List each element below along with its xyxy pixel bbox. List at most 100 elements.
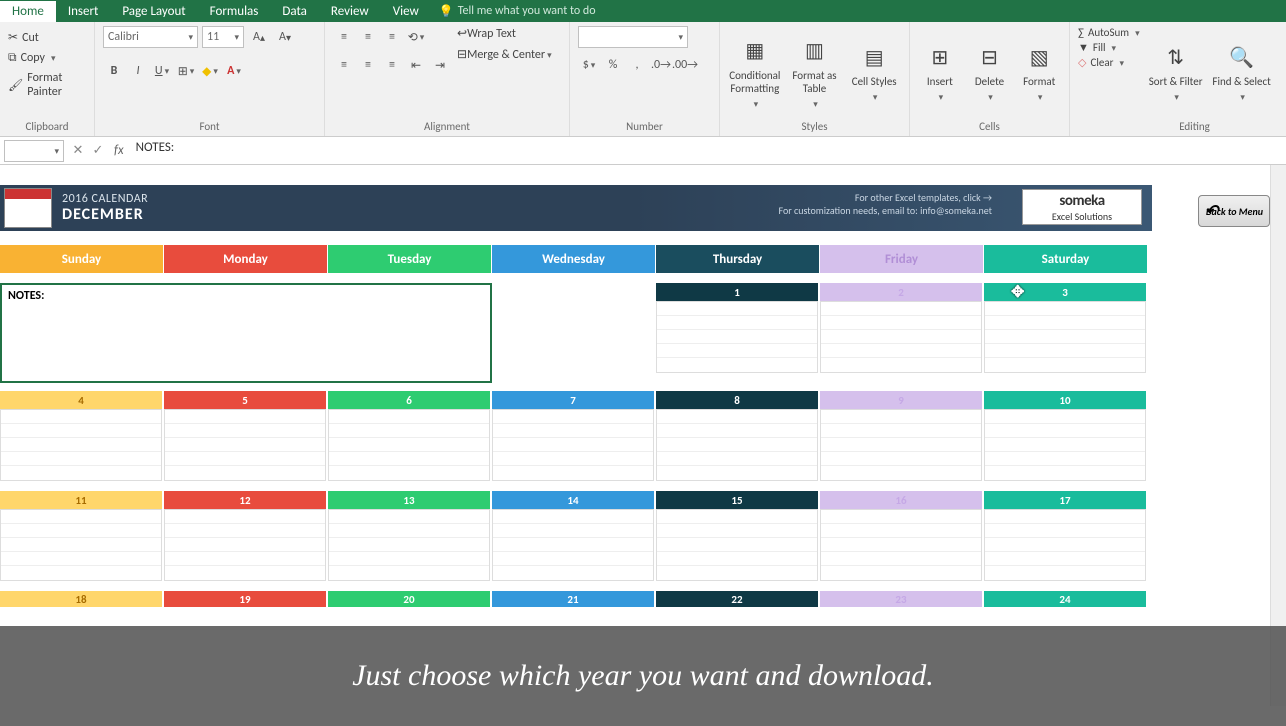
day-headers-row: Sunday Monday Tuesday Wednesday Thursday… [0, 245, 1152, 273]
calendar-week-3: 11 12 13 14 15 16 17 [0, 491, 1152, 583]
name-box[interactable] [4, 140, 64, 162]
font-color-button[interactable]: A [223, 60, 245, 82]
increase-font-button[interactable]: A▴ [248, 26, 270, 48]
back-to-menu-button[interactable]: ↶Back to Menu [1198, 195, 1270, 227]
cell-styles-button[interactable]: ▤Cell Styles [847, 26, 901, 118]
autosum-button[interactable]: ∑ AutoSum [1078, 26, 1140, 39]
align-right-button[interactable]: ≡ [381, 54, 403, 76]
cal-cell-dec-10[interactable]: 10 [984, 391, 1148, 483]
align-left-button[interactable]: ≡ [333, 54, 355, 76]
copy-button[interactable]: ⧉Copy [8, 51, 86, 65]
wrap-text-button[interactable]: ↩Wrap Text [457, 26, 552, 41]
cal-cell-dec-3[interactable]: 3 [984, 283, 1148, 383]
cal-cell-dec-15[interactable]: 15 [656, 491, 820, 583]
notes-cell[interactable]: NOTES: [0, 283, 492, 383]
format-as-table-button[interactable]: ▥Format as Table [788, 26, 842, 118]
decrease-font-button[interactable]: A▾ [274, 26, 296, 48]
percent-button[interactable]: % [602, 54, 624, 76]
cal-cell-dec-24[interactable]: 24 [984, 591, 1148, 609]
fill-button[interactable]: ▼Fill [1078, 41, 1140, 54]
format-cells-button[interactable]: ▧Format [1017, 26, 1061, 118]
date-number: 19 [164, 591, 326, 607]
cal-cell-dec-5[interactable]: 5 [164, 391, 328, 483]
tab-insert[interactable]: Insert [56, 1, 111, 22]
date-number: 9 [820, 391, 982, 409]
bold-button[interactable]: B [103, 60, 125, 82]
cal-cell-dec-6[interactable]: 6 [328, 391, 492, 483]
cal-cell-dec-9[interactable]: 9 [820, 391, 984, 483]
clear-button[interactable]: ◇Clear [1078, 56, 1140, 69]
align-middle-button[interactable]: ≡ [357, 26, 379, 48]
cal-cell-dec-12[interactable]: 12 [164, 491, 328, 583]
decrease-indent-button[interactable]: ⇤ [405, 54, 427, 76]
insert-icon: ⊞ [924, 41, 956, 73]
underline-button[interactable]: U [151, 60, 173, 82]
cal-cell-dec-23[interactable]: 23 [820, 591, 984, 609]
cal-cell-dec-2[interactable]: 2 [820, 283, 984, 383]
delete-cells-button[interactable]: ⊟Delete [968, 26, 1012, 118]
number-format-select[interactable] [578, 26, 688, 48]
cal-cell-dec-1[interactable]: 1 [656, 283, 820, 383]
cal-cell-dec-22[interactable]: 22 [656, 591, 820, 609]
orientation-button[interactable]: ⟲ [405, 26, 427, 48]
templates-link[interactable]: For other Excel templates, click → [778, 191, 992, 204]
border-button[interactable]: ⊞ [175, 60, 197, 82]
increase-decimal-button[interactable]: .0→ [650, 54, 672, 76]
cal-cell-dec-11[interactable]: 11 [0, 491, 164, 583]
sort-filter-button[interactable]: ⇅Sort & Filter [1146, 26, 1206, 118]
day-header-saturday: Saturday [984, 245, 1148, 273]
format-painter-button[interactable]: 🖌Format Painter [8, 71, 86, 99]
tell-me[interactable]: 💡Tell me what you want to do [431, 4, 596, 19]
cal-cell-dec-17[interactable]: 17 [984, 491, 1148, 583]
tab-page-layout[interactable]: Page Layout [110, 1, 197, 22]
insert-cells-button[interactable]: ⊞Insert [918, 26, 962, 118]
formula-input[interactable]: NOTES: [130, 140, 1286, 162]
tab-data[interactable]: Data [270, 1, 319, 22]
cal-cell-dec-21[interactable]: 21 [492, 591, 656, 609]
fill-color-button[interactable]: ◆ [199, 60, 221, 82]
tab-home[interactable]: Home [0, 1, 56, 22]
cal-cell-dec-19[interactable]: 19 [164, 591, 328, 609]
sort-icon: ⇅ [1160, 41, 1192, 73]
cancel-formula-button[interactable]: ✕ [68, 140, 88, 162]
date-number: 22 [656, 591, 818, 607]
italic-button[interactable]: I [127, 60, 149, 82]
calendar-icon [4, 188, 52, 228]
date-number: 16 [820, 491, 982, 509]
cal-cell-dec-4[interactable]: 4 [0, 391, 164, 483]
sum-icon: ∑ [1078, 26, 1084, 39]
autosum-label: AutoSum [1088, 26, 1129, 39]
align-bottom-button[interactable]: ≡ [381, 26, 403, 48]
someka-logo[interactable]: someka Excel Solutions [1022, 189, 1142, 225]
comma-button[interactable]: , [626, 54, 648, 76]
cal-cell-dec-7[interactable]: 7 [492, 391, 656, 483]
align-center-button[interactable]: ≡ [357, 54, 379, 76]
decrease-decimal-button[interactable]: .00→ [674, 54, 696, 76]
calendar-week-1: NOTES: 1 2 3 [0, 283, 1152, 383]
cal-cell-dec-20[interactable]: 20 [328, 591, 492, 609]
conditional-formatting-button[interactable]: ▦Conditional Formatting [728, 26, 782, 118]
font-name-select[interactable]: Calibri [103, 26, 198, 48]
cal-cell-dec-16[interactable]: 16 [820, 491, 984, 583]
date-number: 8 [656, 391, 818, 409]
font-size-select[interactable]: 11 [202, 26, 244, 48]
brush-icon: 🖌 [8, 78, 23, 93]
accept-formula-button[interactable]: ✓ [88, 140, 108, 162]
tab-formulas[interactable]: Formulas [198, 1, 271, 22]
cal-cell-dec-18[interactable]: 18 [0, 591, 164, 609]
find-select-button[interactable]: 🔍Find & Select [1212, 26, 1272, 118]
tab-review[interactable]: Review [319, 1, 381, 22]
tell-me-label: Tell me what you want to do [458, 4, 596, 18]
currency-button[interactable]: $ [578, 54, 600, 76]
merge-center-button[interactable]: ⊟Merge & Center [457, 47, 552, 62]
cal-cell-dec-14[interactable]: 14 [492, 491, 656, 583]
cut-button[interactable]: ✂Cut [8, 30, 86, 45]
vertical-scrollbar[interactable] [1270, 165, 1286, 706]
fx-label[interactable]: fx [108, 143, 130, 158]
cal-cell-dec-8[interactable]: 8 [656, 391, 820, 483]
align-top-button[interactable]: ≡ [333, 26, 355, 48]
tab-view[interactable]: View [381, 1, 431, 22]
wrap-icon: ↩ [457, 27, 467, 41]
increase-indent-button[interactable]: ⇥ [429, 54, 451, 76]
cal-cell-dec-13[interactable]: 13 [328, 491, 492, 583]
